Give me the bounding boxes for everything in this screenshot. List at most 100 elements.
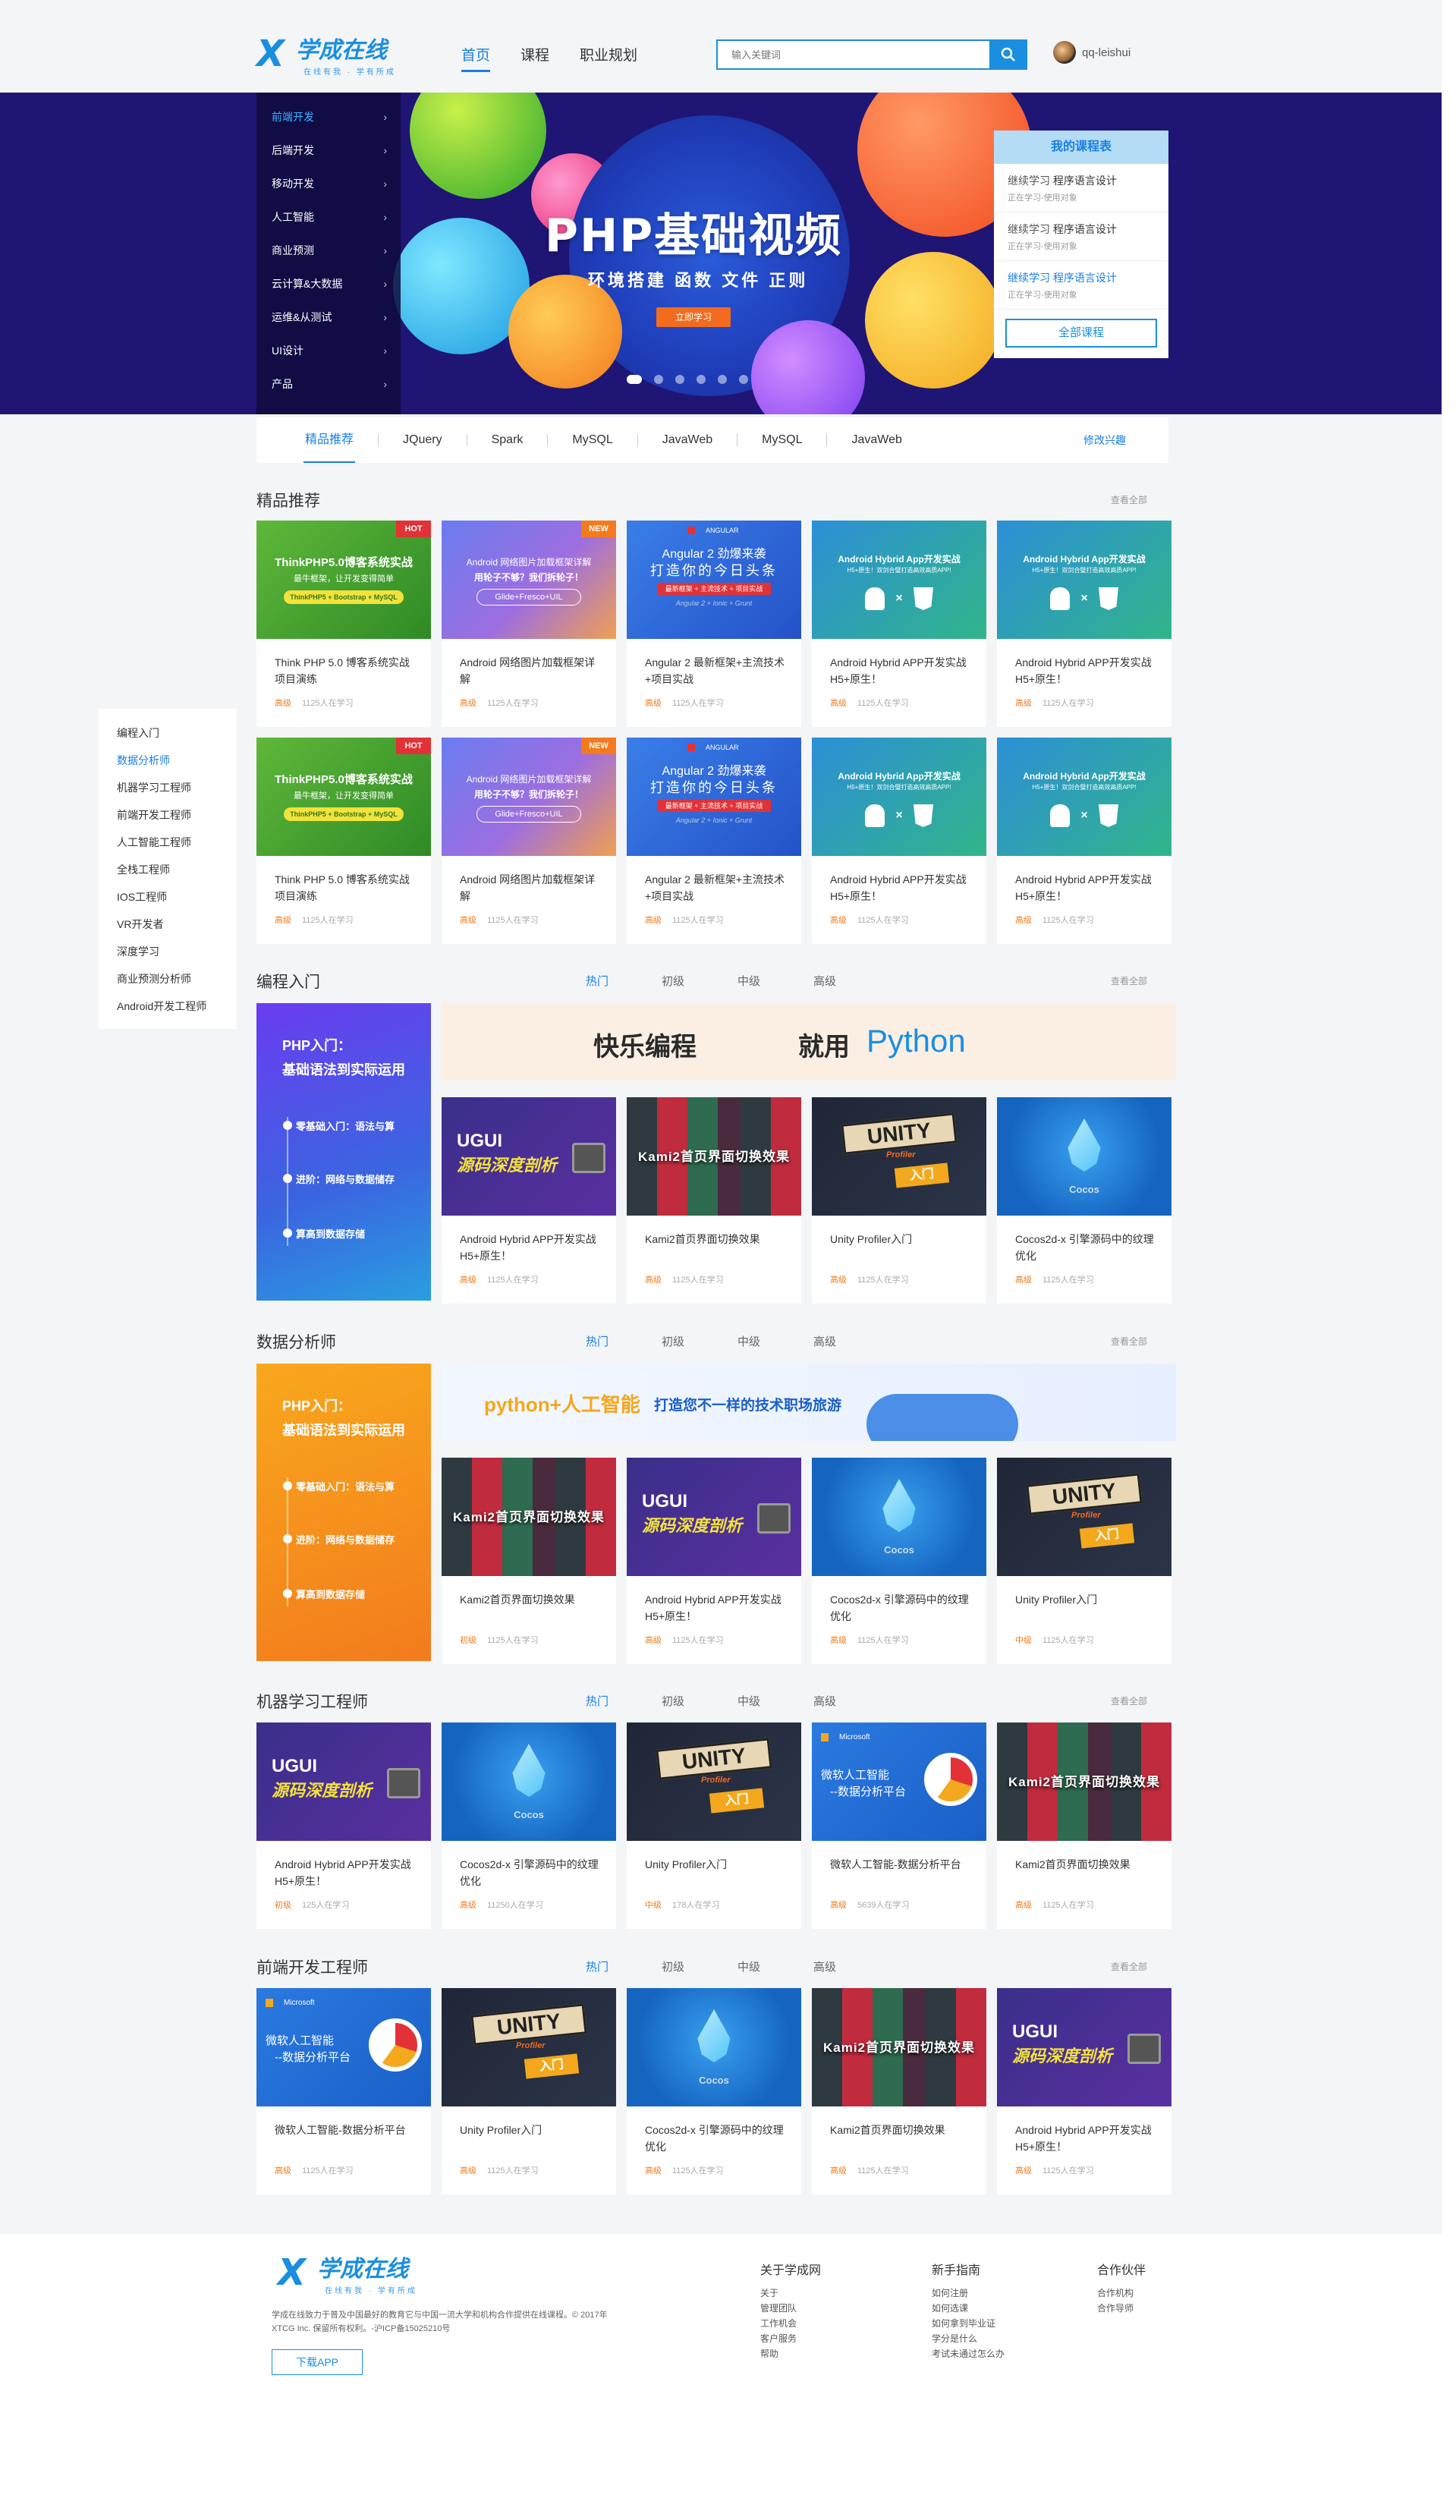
category-item[interactable]: 人工智能 › [256, 200, 401, 234]
level-tab[interactable]: 热门 [586, 1693, 662, 1709]
side-menu-item[interactable]: VR开发者 [99, 911, 237, 938]
footer-logo[interactable]: X 学成在线 在线有我 · 学有所成 [278, 2254, 429, 2298]
category-item[interactable]: 移动开发 › [256, 167, 401, 200]
carousel-dot[interactable] [718, 375, 727, 384]
side-menu-item[interactable]: 全栈工程师 [99, 856, 237, 883]
course-card[interactable]: Cocos Cocos2d-x 引擎源码中的纹理优化 高级 11250人在学习 [442, 1722, 616, 1929]
interest-tag[interactable]: JQuery [379, 417, 467, 463]
view-all-link[interactable]: 查看全部 [1111, 1694, 1147, 1707]
course-card[interactable]: ThinkPHP5.0博客系统实战 最牛框架，让开发变得简单 ThinkPHP5 +… [256, 738, 431, 944]
course-card[interactable]: UGUI 源码深度剖析 Android Hybrid APP开发实战 H5+原生！ 初… [256, 1722, 431, 1929]
interest-tag[interactable]: MySQL [737, 417, 826, 463]
view-all-link[interactable]: 查看全部 [1111, 493, 1147, 506]
footer-link[interactable]: 关于 [760, 2286, 821, 2301]
footer-link[interactable]: 如何选课 [932, 2301, 1005, 2316]
logo[interactable]: X 学成在线 在线有我 · 学有所成 [256, 35, 408, 79]
side-menu-item[interactable]: 机器学习工程师 [99, 774, 237, 801]
course-card[interactable]: UGUI 源码深度剖析 Android Hybrid APP开发实战 H5+原生！ 高… [627, 1458, 801, 1664]
all-courses-button[interactable]: 全部课程 [1005, 319, 1157, 348]
course-card[interactable]: Kami2首页界面切换效果 Kami2首页界面切换效果 高级 1125人在学习 [812, 1988, 986, 2194]
level-tab[interactable]: 中级 [737, 1958, 813, 1974]
interest-tag[interactable]: MySQL [548, 417, 637, 463]
side-menu-item[interactable]: Android开发工程师 [99, 993, 237, 1020]
course-card[interactable]: UGUI 源码深度剖析 Android Hybrid APP开发实战 H5+原生！ 高… [442, 1097, 616, 1304]
level-tab[interactable]: 热门 [586, 973, 662, 989]
level-tab[interactable]: 高级 [813, 1958, 889, 1974]
level-tab[interactable]: 高级 [813, 973, 889, 989]
carousel-dot[interactable] [697, 375, 706, 384]
learn-now-button[interactable]: 立即学习 [656, 307, 731, 327]
course-card[interactable]: ThinkPHP5.0博客系统实战 最牛框架，让开发变得简单 ThinkPHP5 +… [256, 521, 431, 727]
course-card[interactable]: Kami2首页界面切换效果 Kami2首页界面切换效果 高级 1125人在学习 [627, 1097, 801, 1304]
footer-link[interactable]: 如何注册 [932, 2286, 1005, 2301]
level-tab[interactable]: 热门 [586, 1333, 662, 1349]
level-tab[interactable]: 中级 [737, 1333, 813, 1349]
side-menu-item[interactable]: 前端开发工程师 [99, 801, 237, 829]
course-card[interactable]: ANGULAR Angular 2 劲爆来袭 打造你的今日头条 最新框架 + 主流技术… [627, 738, 801, 944]
footer-link[interactable]: 学分是什么 [932, 2331, 1005, 2346]
side-menu-item[interactable]: 编程入门 [99, 719, 237, 747]
side-menu-item[interactable]: IOS工程师 [99, 883, 237, 911]
footer-link[interactable]: 如何拿到毕业证 [932, 2316, 1005, 2331]
footer-link[interactable]: 合作导师 [1097, 2301, 1146, 2316]
level-tab[interactable]: 高级 [813, 1333, 889, 1349]
side-menu-item[interactable]: 人工智能工程师 [99, 829, 237, 856]
course-card[interactable]: UNITY Profiler 入门 Unity Profiler入门 高级 1125人在学… [812, 1097, 986, 1304]
footer-link[interactable]: 帮助 [760, 2346, 821, 2361]
carousel-dot[interactable] [654, 375, 663, 384]
course-card[interactable]: Cocos Cocos2d-x 引擎源码中的纹理优化 高级 1125人在学习 [627, 1988, 801, 2194]
carousel-dot[interactable] [739, 375, 748, 384]
category-item[interactable]: 产品 › [256, 367, 401, 401]
carousel-dot[interactable] [627, 375, 642, 384]
level-tab[interactable]: 初级 [662, 1693, 737, 1709]
ai-promo-banner[interactable]: python+人工智能 打造您不一样的技术职场旅游 [442, 1364, 1176, 1441]
my-course-item[interactable]: 继续学习 程序语言设计 正在学习-使用对象 [994, 164, 1168, 212]
course-card[interactable]: Android Hybrid App开发实战 H5+原生！双剑合璧打造高效高质AP… [997, 738, 1171, 944]
nav-home[interactable]: 首页 [461, 44, 491, 72]
course-card[interactable]: Kami2首页界面切换效果 Kami2首页界面切换效果 高级 1125人在学习 [997, 1722, 1171, 1929]
category-item[interactable]: UI设计 › [256, 334, 401, 367]
category-item[interactable]: 云计算&大数据 › [256, 267, 401, 300]
category-item[interactable]: 商业预测 › [256, 234, 401, 267]
course-card[interactable]: Microsoft 微软人工智能 --数据分析平台 微软人工智能-数据分析平台 高级 56… [812, 1722, 986, 1929]
category-item[interactable]: 前端开发 › [256, 100, 401, 134]
python-promo-banner[interactable]: 快乐编程 就用 Python [442, 1003, 1176, 1081]
nav-courses[interactable]: 课程 [520, 44, 549, 72]
edit-interests-link[interactable]: 修改兴趣 [1059, 417, 1150, 463]
side-menu-item[interactable]: 商业预测分析师 [99, 965, 237, 993]
interest-tag[interactable]: 精品推荐 [281, 417, 378, 463]
nav-career[interactable]: 职业规划 [580, 44, 637, 72]
course-card[interactable]: Cocos Cocos2d-x 引擎源码中的纹理优化 高级 1125人在学习 [997, 1097, 1171, 1304]
view-all-link[interactable]: 查看全部 [1111, 974, 1147, 987]
course-card[interactable]: Microsoft 微软人工智能 --数据分析平台 微软人工智能-数据分析平台 高级 11… [256, 1988, 431, 2194]
course-card[interactable]: Android 网络图片加载框架详解 用轮子不够？我们拆轮子！ Glide+Fres… [442, 738, 616, 944]
interest-tag[interactable]: JavaWeb [827, 417, 926, 463]
user-menu[interactable]: qq-leishui [1053, 41, 1131, 64]
carousel-dot[interactable] [675, 375, 684, 384]
course-card[interactable]: Android Hybrid App开发实战 H5+原生！双剑合璧打造高效高质AP… [997, 521, 1171, 727]
course-card[interactable]: UNITY Profiler 入门 Unity Profiler入门 中级 1125人在学… [997, 1458, 1171, 1664]
level-tab[interactable]: 初级 [662, 973, 737, 989]
interest-tag[interactable]: Spark [467, 417, 548, 463]
promo-banner[interactable]: PHP入门： 基础语法到实际运用 零基础入门：语法与算 进阶：网络与数据储存 算高到数据… [256, 1364, 431, 1661]
my-course-item[interactable]: 继续学习 程序语言设计 正在学习-使用对象 [994, 261, 1168, 310]
course-card[interactable]: UGUI 源码深度剖析 Android Hybrid APP开发实战 H5+原生！ 高… [997, 1988, 1171, 2194]
footer-link[interactable]: 合作机构 [1097, 2286, 1146, 2301]
side-menu-item[interactable]: 深度学习 [99, 938, 237, 965]
promo-banner[interactable]: PHP入门： 基础语法到实际运用 零基础入门：语法与算 进阶：网络与数据储存 算高到数据… [256, 1003, 431, 1301]
side-menu-item[interactable]: 数据分析师 [99, 747, 237, 774]
level-tab[interactable]: 中级 [737, 973, 813, 989]
course-card[interactable]: Android Hybrid App开发实战 H5+原生！双剑合璧打造高效高质AP… [812, 738, 986, 944]
course-card[interactable]: ANGULAR Angular 2 劲爆来袭 打造你的今日头条 最新框架 + 主流技术… [627, 521, 801, 727]
level-tab[interactable]: 初级 [662, 1333, 737, 1349]
level-tab[interactable]: 中级 [737, 1693, 813, 1709]
course-card[interactable]: Kami2首页界面切换效果 Kami2首页界面切换效果 初级 1125人在学习 [442, 1458, 616, 1664]
view-all-link[interactable]: 查看全部 [1111, 1335, 1147, 1348]
footer-link[interactable]: 工作机会 [760, 2316, 821, 2331]
course-card[interactable]: UNITY Profiler 入门 Unity Profiler入门 高级 1125人在学… [442, 1988, 616, 2194]
course-card[interactable]: Android Hybrid App开发实战 H5+原生！双剑合璧打造高效高质AP… [812, 521, 986, 727]
course-card[interactable]: Cocos Cocos2d-x 引擎源码中的纹理优化 高级 1125人在学习 [812, 1458, 986, 1664]
footer-link[interactable]: 管理团队 [760, 2301, 821, 2316]
category-item[interactable]: 运维&从测试 › [256, 300, 401, 334]
search-input[interactable] [718, 41, 991, 68]
